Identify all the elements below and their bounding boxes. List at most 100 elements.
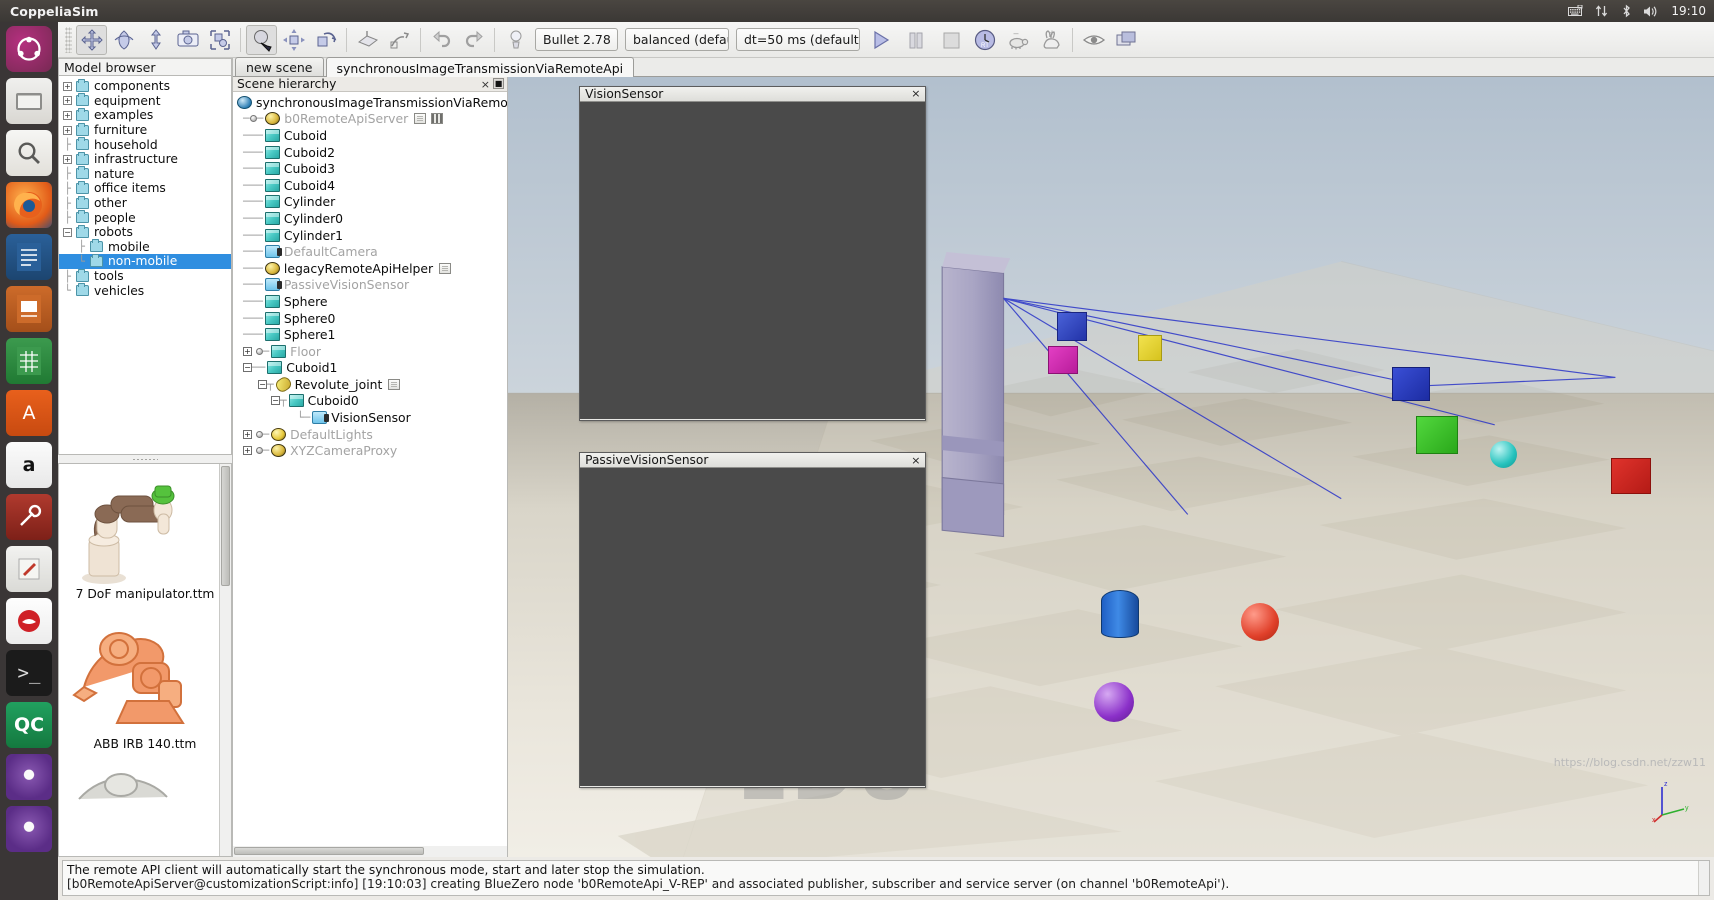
text-editor-icon[interactable] xyxy=(6,546,52,592)
model-tree-item-components[interactable]: + components xyxy=(59,78,231,94)
model-tree-item-non-mobile[interactable]: └ non-mobile xyxy=(59,253,231,269)
hierarchy-item-cuboid4[interactable]: ─── Cuboid4 xyxy=(233,177,507,194)
hierarchy-item-passivevisionsensor[interactable]: ─── PassiveVisionSensor xyxy=(233,277,507,294)
clock-label[interactable]: 19:10 xyxy=(1671,4,1706,18)
hierarchy-item-cylinder1[interactable]: ─── Cylinder1 xyxy=(233,227,507,244)
hierarchy-item-floor[interactable]: + ─ Floor xyxy=(233,343,507,360)
real-time-clock-button[interactable]: RT xyxy=(969,25,1001,55)
vision-sensor-window[interactable]: VisionSensor × xyxy=(579,85,927,421)
clipping-plane-button[interactable] xyxy=(352,25,383,55)
object-shift-button[interactable] xyxy=(76,24,107,55)
3d-viewport[interactable]: EDU z y x xyxy=(508,77,1714,857)
bluetooth-icon[interactable] xyxy=(1618,4,1634,18)
firefox-icon[interactable] xyxy=(6,182,52,228)
scene-hierarchy-tree[interactable]: synchronousImageTransmissionViaRemoteA ─… xyxy=(233,92,507,857)
amazon-icon[interactable]: a xyxy=(6,442,52,488)
object-translate-button[interactable] xyxy=(140,25,171,55)
script-tag-icon[interactable] xyxy=(439,262,452,274)
hierarchy-item-cylinder[interactable]: ─── Cylinder xyxy=(233,194,507,211)
model-tree-item-people[interactable]: ├ people xyxy=(59,210,231,225)
libreoffice-impress-icon[interactable] xyxy=(6,286,52,332)
expand-icon[interactable]: + xyxy=(243,446,252,456)
close-icon[interactable]: × xyxy=(481,78,490,91)
script-tag-icon[interactable] xyxy=(414,113,427,125)
script-tag-icon[interactable] xyxy=(388,378,401,390)
start-simulation-button[interactable] xyxy=(864,25,898,55)
redo-button[interactable] xyxy=(458,25,489,55)
model-thumbnail-abb[interactable]: ABB IRB 140.ttm xyxy=(59,609,231,759)
close-icon[interactable]: × xyxy=(906,87,925,100)
dynamic-content-button[interactable] xyxy=(384,25,415,55)
model-tree-item-infrastructure[interactable]: + infrastructure xyxy=(59,151,231,167)
amber-software-icon[interactable]: A xyxy=(6,390,52,436)
collapse-icon[interactable]: − xyxy=(271,396,280,406)
child-script-tag-icon[interactable] xyxy=(431,113,444,125)
expand-icon[interactable]: + xyxy=(243,346,252,356)
model-thumbnail-7dof[interactable]: 7 DoF manipulator.ttm xyxy=(59,464,231,609)
thumbnail-scrollbar[interactable] xyxy=(219,464,231,856)
model-tree-item-robots[interactable]: − robots xyxy=(59,224,231,240)
model-thumbnail-list[interactable]: 7 DoF manipulator.ttm ABB IRB 140.ttm xyxy=(58,463,232,857)
physics-engine-select[interactable]: Bullet 2.78 ▼ xyxy=(535,28,618,51)
model-tree-item-furniture[interactable]: + furniture xyxy=(59,122,231,138)
hierarchy-item-scene-root[interactable]: synchronousImageTransmissionViaRemoteA xyxy=(233,94,507,111)
model-tree-item-other[interactable]: ├ other xyxy=(59,195,231,211)
hierarchy-horizontal-scrollbar[interactable] xyxy=(233,846,507,857)
hierarchy-item-sphere[interactable]: ─── Sphere xyxy=(233,293,507,310)
qc-icon[interactable]: QC xyxy=(6,702,52,748)
pause-simulation-button[interactable] xyxy=(899,25,933,55)
keyboard-icon[interactable] xyxy=(1568,4,1584,18)
vision-sensor-window-titlebar[interactable]: VisionSensor × xyxy=(580,86,926,102)
hierarchy-item-defaultlights[interactable]: + ─ DefaultLights xyxy=(233,426,507,443)
model-browser-splitter[interactable] xyxy=(58,455,232,463)
stop-simulation-button[interactable] xyxy=(934,25,968,55)
dvd-drive-2-icon[interactable] xyxy=(6,806,52,852)
rotate-view-button[interactable] xyxy=(310,25,341,55)
network-transfer-icon[interactable] xyxy=(1593,4,1609,18)
maximize-icon[interactable]: ■ xyxy=(493,77,504,89)
system-tools-icon[interactable] xyxy=(6,494,52,540)
expand-icon[interactable]: + xyxy=(63,154,72,164)
status-bar[interactable]: The remote API client will automatically… xyxy=(62,860,1710,896)
red-hat-icon[interactable] xyxy=(6,598,52,644)
eye-visibility-button[interactable] xyxy=(1078,25,1109,55)
hierarchy-item-cuboid[interactable]: ─── Cuboid xyxy=(233,127,507,144)
search-files-icon[interactable] xyxy=(6,130,52,176)
model-thumbnail-partial[interactable] xyxy=(59,759,231,805)
hierarchy-item-sphere1[interactable]: ─── Sphere1 xyxy=(233,326,507,343)
model-tree-item-nature[interactable]: ├ nature xyxy=(59,166,231,182)
light-button[interactable] xyxy=(500,25,531,55)
hierarchy-item-cuboid0[interactable]: − ┬ Cuboid0 xyxy=(233,393,507,410)
expand-icon[interactable]: + xyxy=(243,429,252,439)
camera-button[interactable] xyxy=(172,25,203,55)
page-selector-button[interactable] xyxy=(246,24,277,55)
model-tree-item-mobile[interactable]: ├ mobile xyxy=(59,239,231,255)
expand-icon[interactable]: + xyxy=(63,125,72,135)
timestep-select[interactable]: dt=50 ms (default) ▼ xyxy=(736,28,860,51)
collapse-icon[interactable]: − xyxy=(258,379,267,389)
assembly-button[interactable] xyxy=(204,25,235,55)
hierarchy-item-cuboid2[interactable]: ─── Cuboid2 xyxy=(233,144,507,161)
terminal-icon[interactable]: >_ xyxy=(6,650,52,696)
model-tree-item-vehicles[interactable]: └ vehicles xyxy=(59,283,231,298)
model-tree-item-household[interactable]: ├ household xyxy=(59,137,231,152)
object-rotate-button[interactable] xyxy=(108,25,139,55)
model-tree-item-tools[interactable]: ├ tools xyxy=(59,268,231,284)
files-icon[interactable] xyxy=(6,78,52,124)
volume-icon[interactable] xyxy=(1643,4,1659,18)
passive-vision-sensor-window[interactable]: PassiveVisionSensor × xyxy=(579,452,927,788)
scene-tab-new-scene[interactable]: new scene xyxy=(235,57,324,76)
hierarchy-item-revolute-joint[interactable]: − ┬ Revolute_joint xyxy=(233,374,507,395)
passive-vision-sensor-window-titlebar[interactable]: PassiveVisionSensor × xyxy=(580,453,926,469)
scene-tab-synchronous[interactable]: synchronousImageTransmissionViaRemoteApi xyxy=(325,57,635,77)
toolbar-grip[interactable] xyxy=(65,26,72,53)
dvd-drive-icon[interactable] xyxy=(6,754,52,800)
hierarchy-item-cuboid1[interactable]: − ── Cuboid1 xyxy=(233,360,507,377)
expand-icon[interactable]: + xyxy=(63,81,72,91)
hierarchy-item-defaultcamera[interactable]: ─── DefaultCamera xyxy=(233,243,507,260)
hierarchy-item-cylinder0[interactable]: ─── Cylinder0 xyxy=(233,210,507,227)
scrollbar-thumb[interactable] xyxy=(234,847,424,855)
collapse-icon[interactable]: − xyxy=(63,227,72,237)
status-scrollbar[interactable] xyxy=(1698,861,1709,895)
hierarchy-item-b0remoteapiserver[interactable]: ─ ─ b0RemoteApiServer xyxy=(233,111,507,128)
